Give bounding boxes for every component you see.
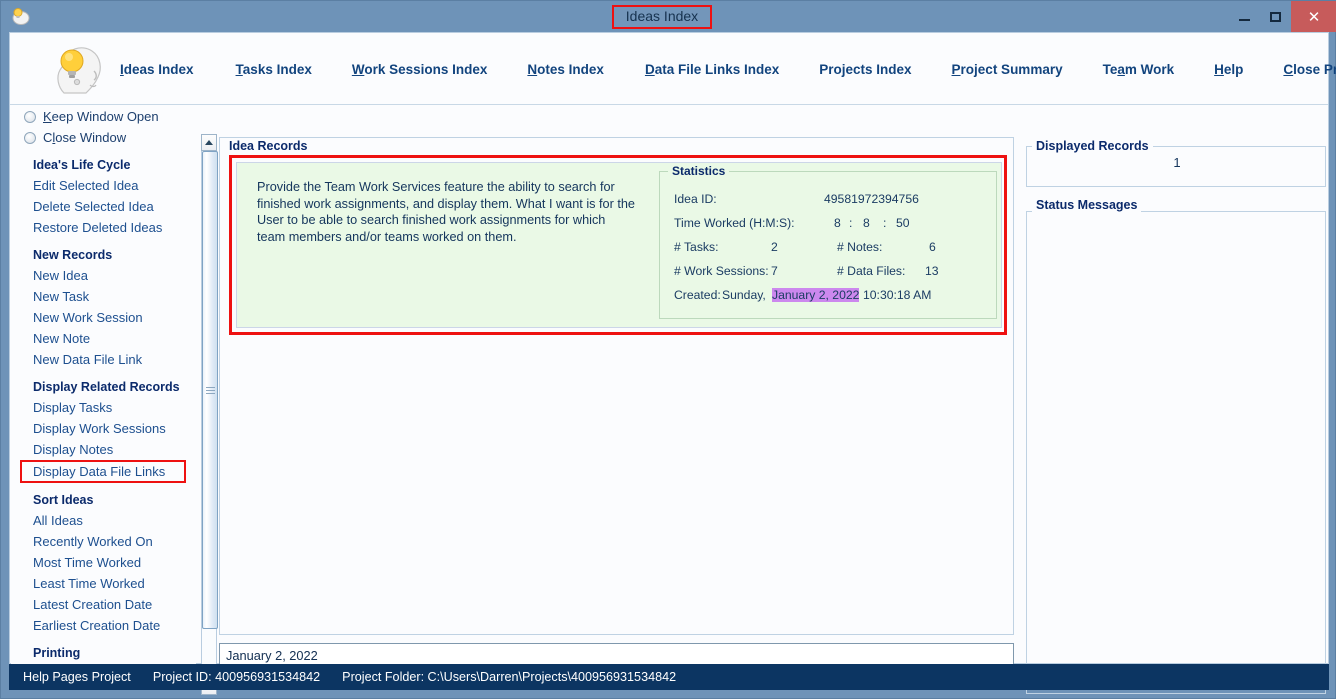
work-sessions-label: # Work Sessions: — [674, 264, 769, 278]
created-day: Sunday, — [722, 288, 766, 302]
sidebar-group-idea-s-life-cycle: Idea's Life Cycle — [33, 158, 131, 172]
idea-id-value: 49581972394756 — [824, 192, 919, 206]
statistics-panel: Statistics Idea ID: 49581972394756 Time … — [659, 164, 997, 319]
title-bar: Ideas Index ✕ — [1, 1, 1336, 32]
idea-id-label: Idea ID: — [674, 192, 717, 206]
time-worked-label: Time Worked (H:M:S): — [674, 216, 795, 230]
displayed-records-legend: Displayed Records — [1032, 139, 1153, 153]
created-label: Created: — [674, 288, 721, 302]
title-center-wrap: Ideas Index — [1, 1, 1336, 32]
menu-notes-index[interactable]: Notes Index — [527, 62, 604, 77]
notes-label: # Notes: — [837, 240, 883, 254]
menu-help[interactable]: Help — [1214, 62, 1243, 77]
sidebar-item-all-ideas[interactable]: All Ideas — [11, 510, 196, 531]
sidebar-group-display-related-records: Display Related Records — [33, 380, 180, 394]
sidebar-item-new-work-session[interactable]: New Work Session — [11, 307, 196, 328]
time-sep-2: : — [883, 216, 887, 230]
sidebar-item-delete-selected-idea[interactable]: Delete Selected Idea — [11, 196, 196, 217]
window-controls: ✕ — [1229, 1, 1336, 32]
sidebar-item-display-data-file-links[interactable]: Display Data File Links — [20, 460, 186, 483]
radio-icon — [24, 110, 36, 123]
data-files-value: 13 — [925, 264, 939, 278]
radio-icon — [24, 131, 36, 144]
close-button[interactable]: ✕ — [1291, 1, 1336, 32]
radio-label: Keep Window Open — [43, 109, 159, 124]
sidebar-item-earliest-creation-date[interactable]: Earliest Creation Date — [11, 615, 196, 636]
idea-record-card[interactable]: Provide the Team Work Services feature t… — [236, 162, 1002, 328]
radio-label: Close Window — [43, 130, 127, 145]
created-time: 10:30:18 AM — [863, 288, 932, 302]
minimize-button[interactable] — [1229, 1, 1260, 32]
sidebar-item-new-note[interactable]: New Note — [11, 328, 196, 349]
sidebar-item-recently-worked-on[interactable]: Recently Worked On — [11, 531, 196, 552]
data-files-label: # Data Files: — [837, 264, 906, 278]
status-messages-panel[interactable] — [1026, 211, 1326, 694]
status-project-name: Help Pages Project — [23, 670, 131, 684]
sidebar-item-edit-selected-idea[interactable]: Edit Selected Idea — [11, 175, 196, 196]
menu-team-work[interactable]: Team Work — [1103, 62, 1175, 77]
menu-tasks-index[interactable]: Tasks Index — [236, 62, 312, 77]
status-messages-legend: Status Messages — [1032, 198, 1142, 212]
sidebar-item-new-idea[interactable]: New Idea — [11, 265, 196, 286]
time-worked-hours: 8 — [834, 216, 841, 230]
application-window: Ideas Index ✕ Ideas Index Tasks Index Wo… — [0, 0, 1336, 699]
menu-work-sessions-index[interactable]: Work Sessions Index — [352, 62, 488, 77]
idea-head-icon — [9, 5, 31, 27]
time-sep-1: : — [849, 216, 853, 230]
sidebar-item-latest-creation-date[interactable]: Latest Creation Date — [11, 594, 196, 615]
sidebar-item-display-notes[interactable]: Display Notes — [11, 439, 196, 460]
sidebar: Keep Window Open Close Window Idea's Life … — [11, 106, 196, 664]
work-sessions-value: 7 — [771, 264, 778, 278]
client-area: Ideas Index Tasks Index Work Sessions Inde… — [9, 32, 1336, 695]
idea-head-logo — [46, 37, 112, 103]
time-worked-minutes: 8 — [863, 216, 870, 230]
notes-value: 6 — [929, 240, 936, 254]
window-title: Ideas Index — [611, 4, 713, 29]
menu-close-program[interactable]: Close Program — [1283, 62, 1336, 77]
idea-records-legend: Idea Records — [225, 139, 312, 153]
status-bar: Help Pages Project Project ID: 400956931… — [9, 664, 1329, 690]
sidebar-group-printing: Printing — [33, 646, 81, 660]
main-menu: Ideas Index Tasks Index Work Sessions Inde… — [120, 33, 1336, 105]
sidebar-item-least-time-worked[interactable]: Least Time Worked — [11, 573, 196, 594]
sidebar-item-new-data-file-link[interactable]: New Data File Link — [11, 349, 196, 370]
app-header: Ideas Index Tasks Index Work Sessions Inde… — [10, 33, 1336, 105]
sidebar-item-new-task[interactable]: New Task — [11, 286, 196, 307]
menu-data-file-links-index[interactable]: Data File Links Index — [645, 62, 779, 77]
status-project-id: Project ID: 400956931534842 — [152, 670, 321, 684]
scrollbar-track[interactable] — [201, 151, 218, 678]
tasks-label: # Tasks: — [674, 240, 719, 254]
status-project-folder: Project Folder: C:\Users\Darren\Projects… — [342, 670, 677, 684]
radio-keep-window-open[interactable]: Keep Window Open — [11, 106, 196, 127]
sidebar-item-most-time-worked[interactable]: Most Time Worked — [11, 552, 196, 573]
radio-close-window[interactable]: Close Window — [11, 127, 196, 148]
displayed-records-count: 1 — [1173, 155, 1181, 170]
menu-projects-index[interactable]: Projects Index — [819, 62, 911, 77]
sidebar-item-display-work-sessions[interactable]: Display Work Sessions — [11, 418, 196, 439]
sidebar-item-display-tasks[interactable]: Display Tasks — [11, 397, 196, 418]
menu-project-summary[interactable]: Project Summary — [952, 62, 1063, 77]
time-worked-seconds: 50 — [896, 216, 910, 230]
statistics-legend: Statistics — [668, 164, 730, 178]
maximize-button[interactable] — [1260, 1, 1291, 32]
selected-record-highlight: Provide the Team Work Services feature t… — [229, 155, 1007, 335]
sidebar-scrollbar[interactable] — [201, 134, 218, 695]
scroll-up-button[interactable] — [201, 134, 217, 151]
idea-description: Provide the Team Work Services feature t… — [257, 180, 635, 244]
sidebar-group-new-records: New Records — [33, 248, 113, 262]
sidebar-item-restore-deleted-ideas[interactable]: Restore Deleted Ideas — [11, 217, 196, 238]
tasks-value: 2 — [771, 240, 778, 254]
sidebar-group-sort-ideas: Sort Ideas — [33, 493, 94, 507]
scrollbar-thumb[interactable] — [202, 151, 218, 629]
created-date-highlighted: January 2, 2022 — [772, 288, 860, 302]
menu-ideas-index[interactable]: Ideas Index — [120, 62, 194, 77]
